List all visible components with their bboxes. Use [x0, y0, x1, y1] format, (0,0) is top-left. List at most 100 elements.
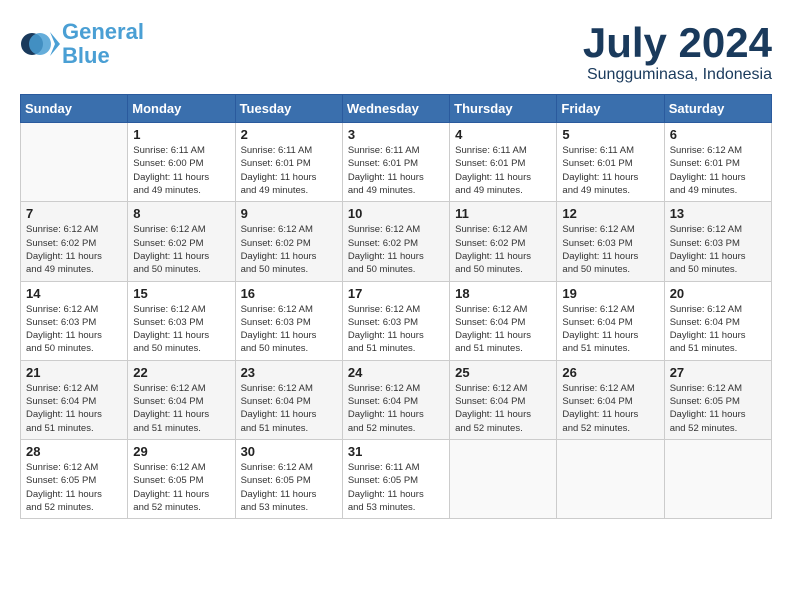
calendar-cell: 24 Sunrise: 6:12 AM Sunset: 6:04 PM Dayli…	[342, 360, 449, 439]
day-number: 9	[241, 206, 337, 221]
day-info: Sunrise: 6:11 AM Sunset: 6:00 PM Dayligh…	[133, 144, 229, 197]
day-number: 16	[241, 286, 337, 301]
calendar-cell: 13 Sunrise: 6:12 AM Sunset: 6:03 PM Dayli…	[664, 202, 771, 281]
day-number: 30	[241, 444, 337, 459]
day-number: 26	[562, 365, 658, 380]
calendar-cell: 20 Sunrise: 6:12 AM Sunset: 6:04 PM Dayli…	[664, 281, 771, 360]
day-info: Sunrise: 6:12 AM Sunset: 6:03 PM Dayligh…	[26, 303, 122, 356]
day-number: 5	[562, 127, 658, 142]
day-info: Sunrise: 6:12 AM Sunset: 6:05 PM Dayligh…	[26, 461, 122, 514]
calendar-cell: 7Sunrise: 6:12 AM Sunset: 6:02 PM Daylig…	[21, 202, 128, 281]
day-number: 8	[133, 206, 229, 221]
day-number: 7	[26, 206, 122, 221]
calendar-cell: 10 Sunrise: 6:12 AM Sunset: 6:02 PM Dayli…	[342, 202, 449, 281]
calendar-cell: 30Sunrise: 6:12 AM Sunset: 6:05 PM Dayli…	[235, 439, 342, 518]
calendar-cell: 4 Sunrise: 6:11 AM Sunset: 6:01 PM Daylig…	[450, 123, 557, 202]
day-header-friday: Friday	[557, 95, 664, 123]
calendar-cell	[21, 123, 128, 202]
day-info: Sunrise: 6:12 AM Sunset: 6:04 PM Dayligh…	[241, 382, 337, 435]
day-info: Sunrise: 6:12 AM Sunset: 6:05 PM Dayligh…	[133, 461, 229, 514]
day-info: Sunrise: 6:12 AM Sunset: 6:02 PM Dayligh…	[133, 223, 229, 276]
day-info: Sunrise: 6:12 AM Sunset: 6:04 PM Dayligh…	[562, 382, 658, 435]
logo: GeneralBlue	[20, 20, 144, 68]
day-info: Sunrise: 6:12 AM Sunset: 6:04 PM Dayligh…	[26, 382, 122, 435]
calendar-cell: 16 Sunrise: 6:12 AM Sunset: 6:03 PM Dayli…	[235, 281, 342, 360]
calendar-cell: 15 Sunrise: 6:12 AM Sunset: 6:03 PM Dayli…	[128, 281, 235, 360]
day-info: Sunrise: 6:12 AM Sunset: 6:03 PM Dayligh…	[133, 303, 229, 356]
calendar-cell: 6Sunrise: 6:12 AM Sunset: 6:01 PM Daylig…	[664, 123, 771, 202]
day-info: Sunrise: 6:12 AM Sunset: 6:03 PM Dayligh…	[348, 303, 444, 356]
calendar-cell: 29 Sunrise: 6:12 AM Sunset: 6:05 PM Dayli…	[128, 439, 235, 518]
day-info: Sunrise: 6:12 AM Sunset: 6:04 PM Dayligh…	[455, 303, 551, 356]
day-number: 20	[670, 286, 766, 301]
calendar-cell: 17 Sunrise: 6:12 AM Sunset: 6:03 PM Dayli…	[342, 281, 449, 360]
calendar-cell	[557, 439, 664, 518]
day-number: 2	[241, 127, 337, 142]
calendar-table: SundayMondayTuesdayWednesdayThursdayFrid…	[20, 94, 772, 519]
logo-text: GeneralBlue	[62, 20, 144, 68]
calendar-cell	[664, 439, 771, 518]
day-info: Sunrise: 6:12 AM Sunset: 6:02 PM Dayligh…	[241, 223, 337, 276]
day-number: 23	[241, 365, 337, 380]
day-number: 13	[670, 206, 766, 221]
page-header: GeneralBlue July 2024 Sungguminasa, Indo…	[20, 20, 772, 84]
day-info: Sunrise: 6:11 AM Sunset: 6:01 PM Dayligh…	[241, 144, 337, 197]
day-number: 14	[26, 286, 122, 301]
day-info: Sunrise: 6:12 AM Sunset: 6:02 PM Dayligh…	[348, 223, 444, 276]
calendar-cell: 5 Sunrise: 6:11 AM Sunset: 6:01 PM Daylig…	[557, 123, 664, 202]
calendar-cell: 12Sunrise: 6:12 AM Sunset: 6:03 PM Dayli…	[557, 202, 664, 281]
day-info: Sunrise: 6:12 AM Sunset: 6:02 PM Dayligh…	[455, 223, 551, 276]
calendar-cell: 11 Sunrise: 6:12 AM Sunset: 6:02 PM Dayli…	[450, 202, 557, 281]
day-number: 28	[26, 444, 122, 459]
day-info: Sunrise: 6:12 AM Sunset: 6:05 PM Dayligh…	[670, 382, 766, 435]
calendar-cell: 31 Sunrise: 6:11 AM Sunset: 6:05 PM Dayli…	[342, 439, 449, 518]
calendar-cell: 25 Sunrise: 6:12 AM Sunset: 6:04 PM Dayli…	[450, 360, 557, 439]
calendar-cell: 2 Sunrise: 6:11 AM Sunset: 6:01 PM Daylig…	[235, 123, 342, 202]
calendar-cell: 8 Sunrise: 6:12 AM Sunset: 6:02 PM Daylig…	[128, 202, 235, 281]
calendar-cell: 26 Sunrise: 6:12 AM Sunset: 6:04 PM Dayli…	[557, 360, 664, 439]
day-number: 10	[348, 206, 444, 221]
location-subtitle: Sungguminasa, Indonesia	[583, 66, 772, 84]
day-number: 24	[348, 365, 444, 380]
calendar-cell: 3Sunrise: 6:11 AM Sunset: 6:01 PM Daylig…	[342, 123, 449, 202]
day-info: Sunrise: 6:12 AM Sunset: 6:04 PM Dayligh…	[670, 303, 766, 356]
day-info: Sunrise: 6:12 AM Sunset: 6:04 PM Dayligh…	[133, 382, 229, 435]
month-year-title: July 2024	[583, 20, 772, 66]
day-header-tuesday: Tuesday	[235, 95, 342, 123]
day-info: Sunrise: 6:12 AM Sunset: 6:03 PM Dayligh…	[241, 303, 337, 356]
day-info: Sunrise: 6:12 AM Sunset: 6:04 PM Dayligh…	[455, 382, 551, 435]
day-number: 25	[455, 365, 551, 380]
day-number: 29	[133, 444, 229, 459]
calendar-cell: 1Sunrise: 6:11 AM Sunset: 6:00 PM Daylig…	[128, 123, 235, 202]
day-info: Sunrise: 6:12 AM Sunset: 6:04 PM Dayligh…	[562, 303, 658, 356]
calendar-cell: 18 Sunrise: 6:12 AM Sunset: 6:04 PM Dayli…	[450, 281, 557, 360]
day-number: 4	[455, 127, 551, 142]
day-info: Sunrise: 6:12 AM Sunset: 6:04 PM Dayligh…	[348, 382, 444, 435]
day-info: Sunrise: 6:12 AM Sunset: 6:03 PM Dayligh…	[670, 223, 766, 276]
day-header-monday: Monday	[128, 95, 235, 123]
calendar-cell: 21 Sunrise: 6:12 AM Sunset: 6:04 PM Dayli…	[21, 360, 128, 439]
day-header-sunday: Sunday	[21, 95, 128, 123]
day-number: 17	[348, 286, 444, 301]
day-number: 18	[455, 286, 551, 301]
day-number: 31	[348, 444, 444, 459]
day-info: Sunrise: 6:11 AM Sunset: 6:01 PM Dayligh…	[348, 144, 444, 197]
day-number: 19	[562, 286, 658, 301]
day-info: Sunrise: 6:11 AM Sunset: 6:01 PM Dayligh…	[562, 144, 658, 197]
day-info: Sunrise: 6:11 AM Sunset: 6:05 PM Dayligh…	[348, 461, 444, 514]
day-header-wednesday: Wednesday	[342, 95, 449, 123]
calendar-cell: 9 Sunrise: 6:12 AM Sunset: 6:02 PM Daylig…	[235, 202, 342, 281]
day-header-thursday: Thursday	[450, 95, 557, 123]
day-header-saturday: Saturday	[664, 95, 771, 123]
day-number: 11	[455, 206, 551, 221]
title-area: July 2024 Sungguminasa, Indonesia	[583, 20, 772, 84]
day-info: Sunrise: 6:11 AM Sunset: 6:01 PM Dayligh…	[455, 144, 551, 197]
calendar-cell: 28 Sunrise: 6:12 AM Sunset: 6:05 PM Dayli…	[21, 439, 128, 518]
day-number: 21	[26, 365, 122, 380]
day-info: Sunrise: 6:12 AM Sunset: 6:01 PM Dayligh…	[670, 144, 766, 197]
day-number: 15	[133, 286, 229, 301]
calendar-cell: 19 Sunrise: 6:12 AM Sunset: 6:04 PM Dayli…	[557, 281, 664, 360]
calendar-cell: 27Sunrise: 6:12 AM Sunset: 6:05 PM Dayli…	[664, 360, 771, 439]
calendar-cell: 14 Sunrise: 6:12 AM Sunset: 6:03 PM Dayli…	[21, 281, 128, 360]
calendar-cell: 23 Sunrise: 6:12 AM Sunset: 6:04 PM Dayli…	[235, 360, 342, 439]
